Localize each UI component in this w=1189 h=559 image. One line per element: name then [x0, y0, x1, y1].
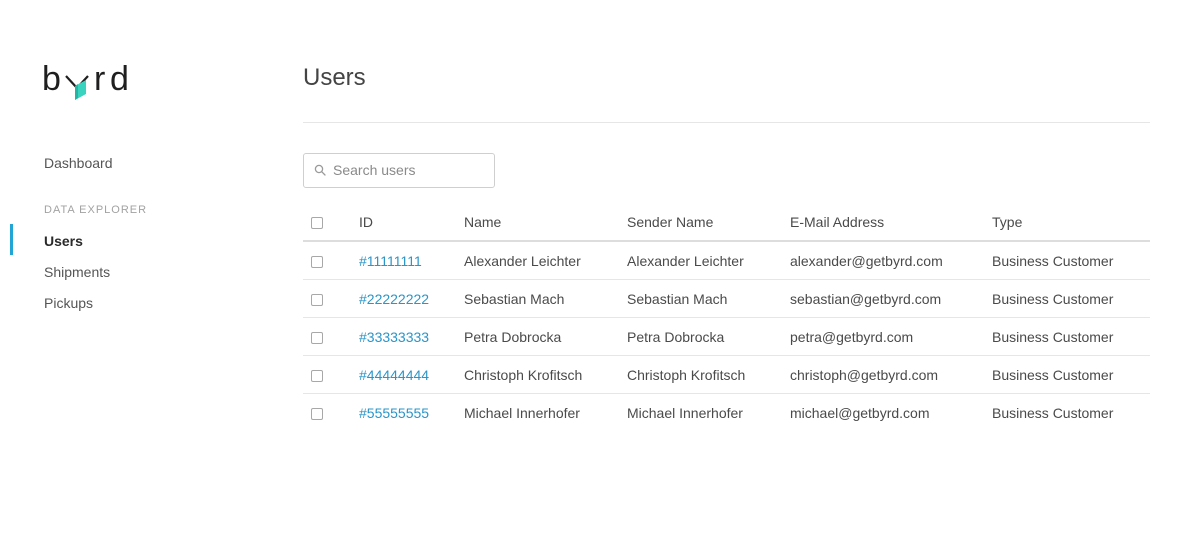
select-all-checkbox[interactable] [311, 216, 323, 229]
search-input[interactable] [333, 155, 488, 185]
row-checkbox[interactable] [311, 407, 323, 420]
byrd-logo: b r d [42, 60, 129, 100]
table-row[interactable]: #33333333 Petra Dobrocka Petra Dobrocka … [303, 317, 1150, 356]
active-indicator [10, 224, 13, 255]
column-header-name[interactable]: Name [464, 203, 627, 242]
row-select-cell [303, 241, 359, 280]
svg-text:b: b [42, 60, 61, 98]
select-all-cell [303, 203, 359, 242]
user-id-link[interactable]: #55555555 [359, 405, 429, 421]
svg-text:d: d [110, 60, 129, 98]
sidebar-item-dashboard[interactable]: Dashboard [44, 154, 113, 172]
sender-name-cell: Petra Dobrocka [627, 317, 790, 356]
row-checkbox[interactable] [311, 331, 323, 344]
main-content: Users ID [303, 0, 1151, 559]
table-row[interactable]: #11111111 Alexander Leichter Alexander L… [303, 241, 1150, 280]
sidebar-item-pickups[interactable]: Pickups [44, 294, 93, 312]
user-id-link[interactable]: #22222222 [359, 291, 429, 307]
user-name-cell: Christoph Krofitsch [464, 355, 627, 394]
email-cell: alexander@getbyrd.com [790, 241, 992, 280]
sender-name-cell: Michael Innerhofer [627, 404, 743, 421]
row-checkbox[interactable] [311, 255, 323, 268]
table-header-row: ID Name Sender Name E-Mail Address Type [303, 203, 1150, 242]
type-cell: Business Customer [992, 404, 1114, 421]
user-name-cell: Alexander Leichter [464, 241, 627, 280]
row-checkbox[interactable] [311, 369, 323, 382]
user-name-cell: Michael Innerhofer [464, 404, 580, 421]
sender-name-cell: Sebastian Mach [627, 279, 790, 318]
type-cell: Business Customer [992, 241, 1150, 280]
column-header-type[interactable]: Type [992, 203, 1150, 242]
search-icon [314, 164, 326, 176]
sidebar-section-label: DATA EXPLORER [44, 204, 148, 216]
user-id-cell: #33333333 [359, 317, 464, 356]
table-row[interactable]: #44444444 Christoph Krofitsch Christoph … [303, 355, 1150, 394]
page-title: Users [303, 64, 366, 91]
user-id-cell: #11111111 [359, 241, 464, 280]
email-cell: petra@getbyrd.com [790, 317, 992, 356]
user-id-link[interactable]: #11111111 [359, 253, 422, 269]
sender-name-cell: Alexander Leichter [627, 241, 790, 280]
users-table: ID Name Sender Name E-Mail Address Type … [303, 203, 1150, 431]
search-box[interactable] [303, 153, 495, 188]
sidebar-item-shipments[interactable]: Shipments [44, 263, 110, 281]
column-header-sender-name[interactable]: Sender Name [627, 203, 790, 242]
column-header-email[interactable]: E-Mail Address [790, 203, 992, 242]
email-cell: sebastian@getbyrd.com [790, 279, 992, 318]
table-row[interactable]: #22222222 Sebastian Mach Sebastian Mach … [303, 279, 1150, 318]
app-window: b r d Dashboard DATA EXPLORER Users Ship… [0, 0, 1189, 559]
row-select-cell [303, 394, 359, 432]
email-cell: christoph@getbyrd.com [790, 355, 992, 394]
user-name-cell: Petra Dobrocka [464, 317, 627, 356]
sidebar-item-users[interactable]: Users [44, 232, 83, 250]
sidebar: b r d Dashboard DATA EXPLORER Users Ship… [0, 0, 280, 559]
row-checkbox[interactable] [311, 293, 323, 306]
user-id-link[interactable]: #33333333 [359, 329, 429, 345]
row-select-cell [303, 317, 359, 356]
svg-text:r: r [94, 60, 105, 98]
sender-name-cell: Christoph Krofitsch [627, 355, 790, 394]
user-id-cell: #22222222 [359, 279, 464, 318]
type-cell: Business Customer [992, 317, 1150, 356]
type-cell: Business Customer [992, 279, 1150, 318]
column-header-id[interactable]: ID [359, 203, 464, 242]
user-id-cell: #44444444 [359, 355, 464, 394]
row-select-cell [303, 279, 359, 318]
user-name-cell: Sebastian Mach [464, 279, 627, 318]
user-id-cell: #55555555 [359, 394, 464, 432]
user-id-link[interactable]: #44444444 [359, 367, 429, 383]
table-row[interactable]: #55555555 Michael Innerhofer Michael Inn… [303, 394, 1150, 432]
type-cell: Business Customer [992, 355, 1150, 394]
header-divider [303, 122, 1150, 123]
row-select-cell [303, 355, 359, 394]
email-cell: michael@getbyrd.com [790, 404, 930, 421]
